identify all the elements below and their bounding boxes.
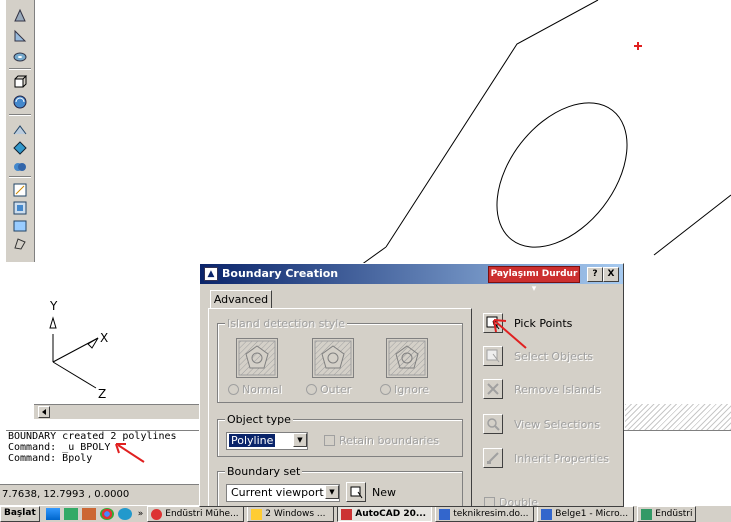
chrome-icon [151,508,163,520]
quicklaunch-messenger-icon[interactable] [81,508,96,520]
close-button[interactable]: X [603,267,619,282]
select-objects-label[interactable]: Select Objects [514,350,593,363]
interfere-icon[interactable] [12,158,28,174]
autocad-icon [341,508,353,520]
object-type-select[interactable]: Polyline ▼ [226,432,308,450]
part-outline [385,0,599,248]
ucs-z-label: Z [98,387,106,401]
section-icon[interactable] [12,140,28,156]
object-type-group: Object type Polyline ▼ Retain boundaries [217,413,463,457]
new-label: New [372,486,396,499]
remove-islands-button[interactable] [483,379,503,399]
island-detection-title: Island detection style [225,317,348,330]
folder-icon [251,508,263,520]
ucs-x-label: X [100,331,108,345]
pick-point-marker [634,42,642,50]
part-outline-right [653,194,731,256]
new-boundary-set-button[interactable] [346,482,366,502]
taskbar-item-autocad[interactable]: AutoCAD 20... [337,506,433,522]
flatshot-icon[interactable] [12,236,28,252]
boundary-set-group: Boundary set Current viewport ▼ New [217,465,463,506]
slice-icon[interactable] [12,122,28,138]
view-selections-button[interactable] [483,414,503,434]
hole-ellipse [496,102,628,248]
double-checkbox[interactable]: Double [484,496,538,506]
extrude-icon[interactable] [12,74,28,90]
ucs-y-label: Y [49,299,58,313]
chevron-down-icon[interactable]: ▼ [325,485,339,499]
quicklaunch-chrome-icon[interactable] [99,508,114,520]
tab-advanced[interactable]: Advanced [210,290,272,309]
stop-sharing-button[interactable]: Paylaşımı Durdur ▾ [488,266,580,294]
boundary-set-select[interactable]: Current viewport ▼ [226,484,340,502]
taskbar-item-explorer[interactable]: 2 Windows ... [247,506,335,522]
view-selections-label[interactable]: View Selections [514,418,600,431]
revolve-icon[interactable] [12,94,28,110]
remove-islands-label[interactable]: Remove Islands [514,383,601,396]
autocad-app-icon: ▲ [204,267,218,281]
object-type-value: Polyline [229,434,276,447]
start-button[interactable]: Başlat [0,506,40,522]
island-ignore-icon [386,338,428,378]
island-normal-icon [236,338,278,378]
quicklaunch-overflow[interactable]: » [138,509,144,519]
setup-view-icon[interactable] [12,200,28,216]
boundary-set-value: Current viewport [231,486,324,499]
island-detection-group: Island detection style Normal Outer Igno… [217,317,463,403]
radio-island-outer[interactable]: Outer [306,383,351,396]
island-outer-icon [312,338,354,378]
taskbar-item-word-belge[interactable]: Belge1 - Micro... [537,506,635,522]
inherit-properties-button[interactable] [483,448,503,468]
tool-palette [6,0,35,262]
word-icon [541,508,553,520]
wedge-icon[interactable] [12,28,28,44]
ucs-icon [49,316,99,389]
taskbar-item-chrome[interactable]: Endüstri Mühe... [147,506,245,522]
boundary-set-title: Boundary set [225,465,303,478]
quicklaunch-ie-icon[interactable] [117,508,132,520]
inherit-properties-label[interactable]: Inherit Properties [514,452,609,465]
word-icon [439,508,451,520]
quicklaunch-desktop-icon[interactable] [45,508,60,520]
retain-boundaries-checkbox[interactable]: Retain boundaries [324,434,439,447]
object-type-title: Object type [225,413,293,426]
torus-icon[interactable] [12,48,28,64]
setup-drawing-icon[interactable] [12,182,28,198]
taskbar-item-word-doc[interactable]: teknikresim.do... [435,506,535,522]
advanced-tab-panel: Island detection style Normal Outer Igno… [208,308,472,506]
help-button[interactable]: ? [587,267,603,282]
scroll-left-arrow-icon[interactable] [38,406,50,418]
taskbar: Başlat » Endüstri Mühe... 2 Windows ... … [0,505,731,522]
dialog-title: Boundary Creation [222,267,339,280]
boundary-creation-dialog: ▲ Boundary Creation Paylaşımı Durdur ▾ ?… [199,263,624,507]
taskbar-item-endustri[interactable]: Endüstri [637,506,697,522]
annotation-arrow-pick-points-icon [493,319,527,349]
app-icon [641,508,653,520]
setup-profile-icon[interactable] [12,218,28,234]
radio-island-normal[interactable]: Normal [228,383,282,396]
cone-icon[interactable] [12,8,28,24]
radio-island-ignore[interactable]: Ignore [380,383,429,396]
annotation-arrow-command-icon [115,443,145,463]
coordinate-readout: 7.7638, 12.7993 , 0.0000 [0,484,202,505]
chevron-down-icon[interactable]: ▼ [293,433,307,447]
quicklaunch-media-icon[interactable] [63,508,78,520]
